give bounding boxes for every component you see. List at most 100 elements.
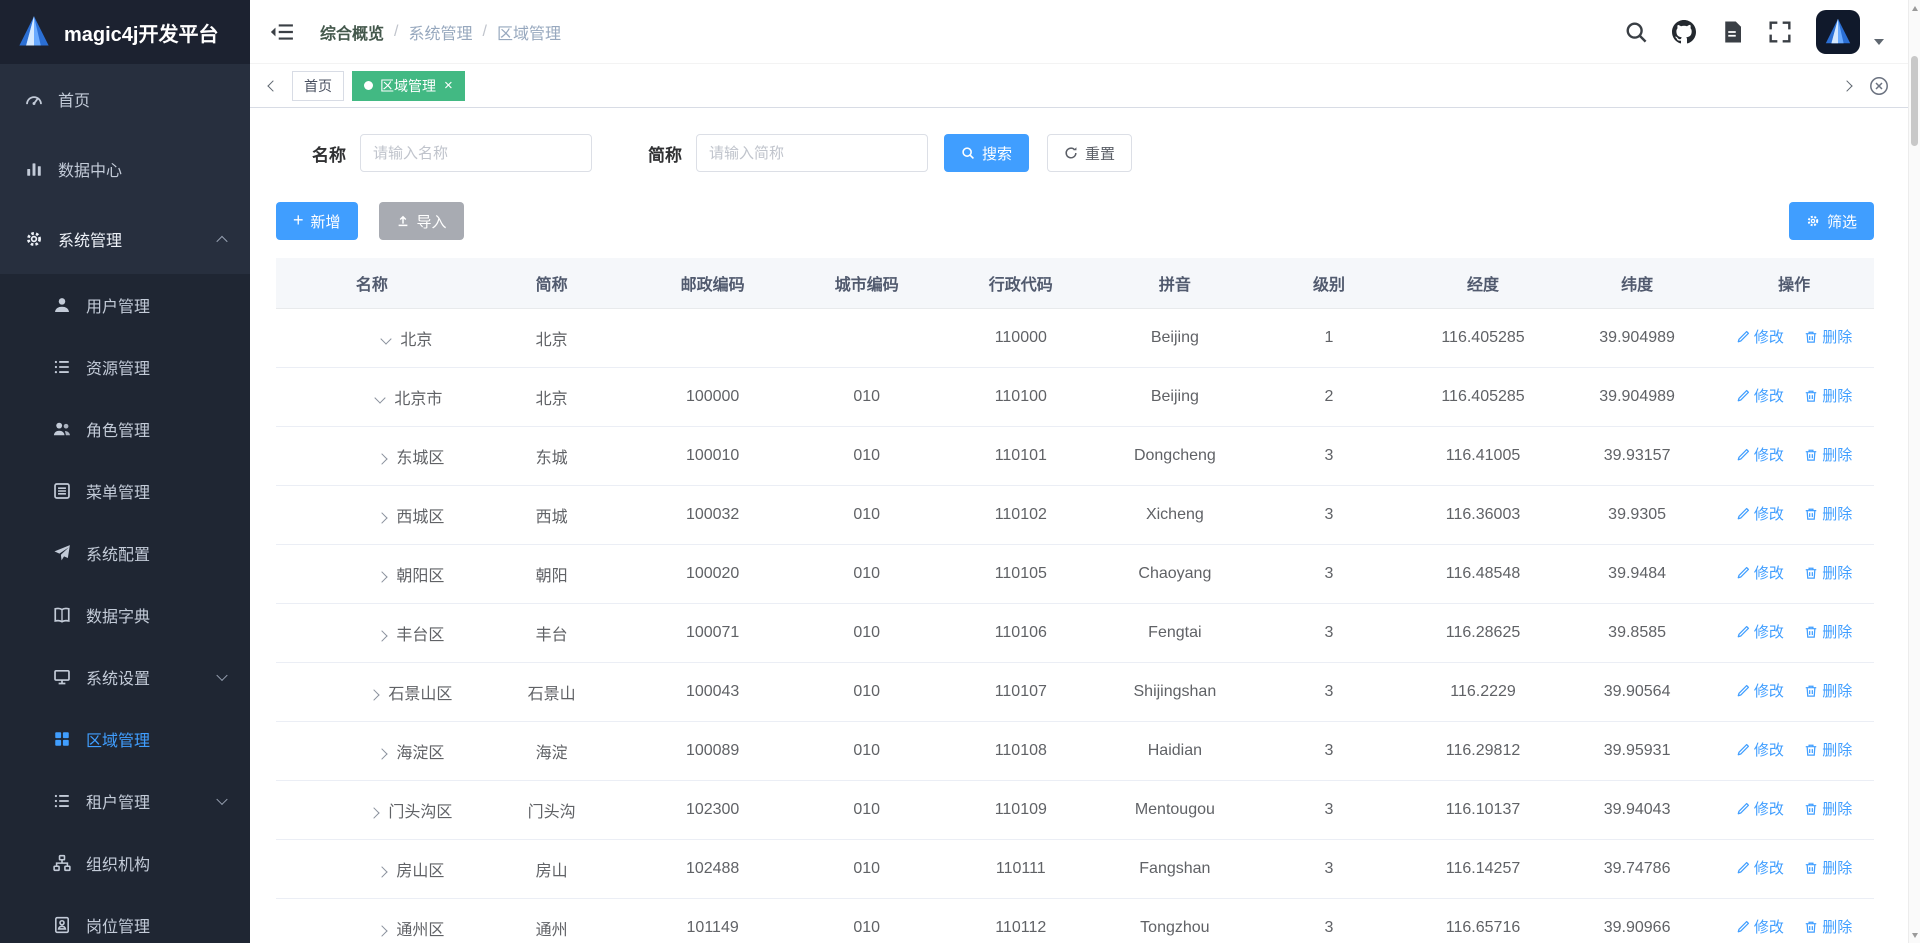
caret-down-icon[interactable] <box>1874 39 1884 45</box>
sidebar-item-roles[interactable]: 角色管理 <box>0 398 250 460</box>
edit-icon <box>1736 684 1750 698</box>
cell-name: 北京市 <box>276 367 468 426</box>
header-pinyin: 拼音 <box>1098 258 1252 308</box>
delete-link[interactable]: 删除 <box>1804 503 1852 524</box>
tab-region[interactable]: 区域管理 × <box>352 71 465 101</box>
tree-toggle-icon[interactable] <box>381 333 392 344</box>
edit-link[interactable]: 修改 <box>1736 857 1784 878</box>
tree-toggle-icon[interactable] <box>377 748 388 759</box>
delete-link[interactable]: 删除 <box>1804 562 1852 583</box>
avatar[interactable] <box>1816 10 1860 54</box>
edit-link[interactable]: 修改 <box>1736 503 1784 524</box>
edit-link[interactable]: 修改 <box>1736 444 1784 465</box>
sidebar-item-label: 组织机构 <box>86 851 150 875</box>
delete-label: 删除 <box>1822 739 1852 760</box>
sidebar-item-organization[interactable]: 组织机构 <box>0 832 250 894</box>
tree-toggle-icon[interactable] <box>369 689 380 700</box>
sidebar-item-config[interactable]: 系统配置 <box>0 522 250 584</box>
delete-link[interactable]: 删除 <box>1804 680 1852 701</box>
fullscreen-icon[interactable] <box>1768 20 1792 44</box>
cell-city-code: 010 <box>790 544 944 603</box>
breadcrumb-item-system[interactable]: 系统管理 <box>408 20 472 44</box>
scrollbar-up-icon[interactable] <box>1909 1 1920 15</box>
cell-short: 丰台 <box>468 603 636 662</box>
tabs-scroll-right-icon[interactable] <box>1836 75 1858 97</box>
tabs-scroll-left-icon[interactable] <box>262 75 284 97</box>
scrollbar-thumb[interactable] <box>1911 56 1918 146</box>
region-name: 房山区 <box>396 863 444 880</box>
send-icon <box>52 543 72 563</box>
cell-pinyin: Tongzhou <box>1098 898 1252 943</box>
breadcrumb-item-overview[interactable]: 综合概览 <box>320 20 384 44</box>
app-logo[interactable]: magic4j开发平台 <box>0 0 250 64</box>
cell-level: 3 <box>1252 839 1406 898</box>
filter-button[interactable]: 筛选 <box>1789 202 1874 240</box>
edit-link[interactable]: 修改 <box>1736 680 1784 701</box>
tree-toggle-icon[interactable] <box>377 512 388 523</box>
delete-link[interactable]: 删除 <box>1804 916 1852 937</box>
import-button[interactable]: 导入 <box>379 202 464 240</box>
tree-toggle-icon[interactable] <box>369 807 380 818</box>
tree-toggle-icon[interactable] <box>377 571 388 582</box>
delete-link[interactable]: 删除 <box>1804 326 1852 347</box>
edit-link[interactable]: 修改 <box>1736 916 1784 937</box>
region-table: 名称 简称 邮政编码 城市编码 行政代码 拼音 级别 经度 纬度 操作 <box>276 258 1874 943</box>
delete-link[interactable]: 删除 <box>1804 739 1852 760</box>
list-icon <box>52 357 72 377</box>
edit-link[interactable]: 修改 <box>1736 326 1784 347</box>
delete-link[interactable]: 删除 <box>1804 621 1852 642</box>
tabs-close-all-icon[interactable] <box>1868 75 1890 97</box>
delete-link[interactable]: 删除 <box>1804 444 1852 465</box>
tab-close-icon[interactable]: × <box>444 78 453 93</box>
search-icon[interactable] <box>1624 20 1648 44</box>
edit-label: 修改 <box>1754 739 1784 760</box>
short-name-input[interactable] <box>696 134 928 172</box>
edit-link[interactable]: 修改 <box>1736 385 1784 406</box>
table-row: 门头沟区 门头沟 102300 010 110109 Mentougou 3 1… <box>276 780 1874 839</box>
sidebar-item-menus[interactable]: 菜单管理 <box>0 460 250 522</box>
cell-lat: 39.95931 <box>1560 721 1714 780</box>
delete-link[interactable]: 删除 <box>1804 798 1852 819</box>
document-icon[interactable] <box>1720 20 1744 44</box>
search-button[interactable]: 搜索 <box>944 134 1029 172</box>
name-input[interactable] <box>360 134 592 172</box>
sidebar-toggle-icon[interactable] <box>270 20 294 44</box>
sidebar-item-home[interactable]: 首页 <box>0 64 250 134</box>
sidebar-item-post[interactable]: 岗位管理 <box>0 894 250 943</box>
edit-label: 修改 <box>1754 503 1784 524</box>
cell-level: 1 <box>1252 308 1406 367</box>
sidebar-item-region[interactable]: 区域管理 <box>0 708 250 770</box>
cell-lat: 39.8585 <box>1560 603 1714 662</box>
sidebar-item-resources[interactable]: 资源管理 <box>0 336 250 398</box>
delete-link[interactable]: 删除 <box>1804 857 1852 878</box>
github-icon[interactable] <box>1672 20 1696 44</box>
scrollbar-down-icon[interactable] <box>1909 928 1920 942</box>
trash-icon <box>1804 802 1818 816</box>
sidebar-item-dictionary[interactable]: 数据字典 <box>0 584 250 646</box>
edit-link[interactable]: 修改 <box>1736 621 1784 642</box>
tree-toggle-icon[interactable] <box>377 453 388 464</box>
cell-ops: 修改 删除 <box>1714 308 1874 367</box>
sidebar-item-users[interactable]: 用户管理 <box>0 274 250 336</box>
cell-admin-code: 110102 <box>944 485 1098 544</box>
org-icon <box>52 853 72 873</box>
tree-toggle-icon[interactable] <box>377 630 388 641</box>
tree-toggle-icon[interactable] <box>375 392 386 403</box>
tree-toggle-icon[interactable] <box>377 925 388 936</box>
edit-link[interactable]: 修改 <box>1736 739 1784 760</box>
edit-link[interactable]: 修改 <box>1736 562 1784 583</box>
sidebar-item-settings[interactable]: 系统设置 <box>0 646 250 708</box>
sidebar-item-system[interactable]: 系统管理 <box>0 204 250 274</box>
add-button[interactable]: + 新增 <box>276 202 358 240</box>
trash-icon <box>1804 743 1818 757</box>
delete-link[interactable]: 删除 <box>1804 385 1852 406</box>
tree-toggle-icon[interactable] <box>377 866 388 877</box>
cell-postal: 100032 <box>636 485 790 544</box>
chevron-down-icon <box>216 670 227 681</box>
page-scrollbar[interactable] <box>1908 0 1920 943</box>
sidebar-item-datacenter[interactable]: 数据中心 <box>0 134 250 204</box>
edit-link[interactable]: 修改 <box>1736 798 1784 819</box>
tab-home[interactable]: 首页 <box>292 71 344 101</box>
sidebar-item-tenant[interactable]: 租户管理 <box>0 770 250 832</box>
reset-button[interactable]: 重置 <box>1047 134 1132 172</box>
